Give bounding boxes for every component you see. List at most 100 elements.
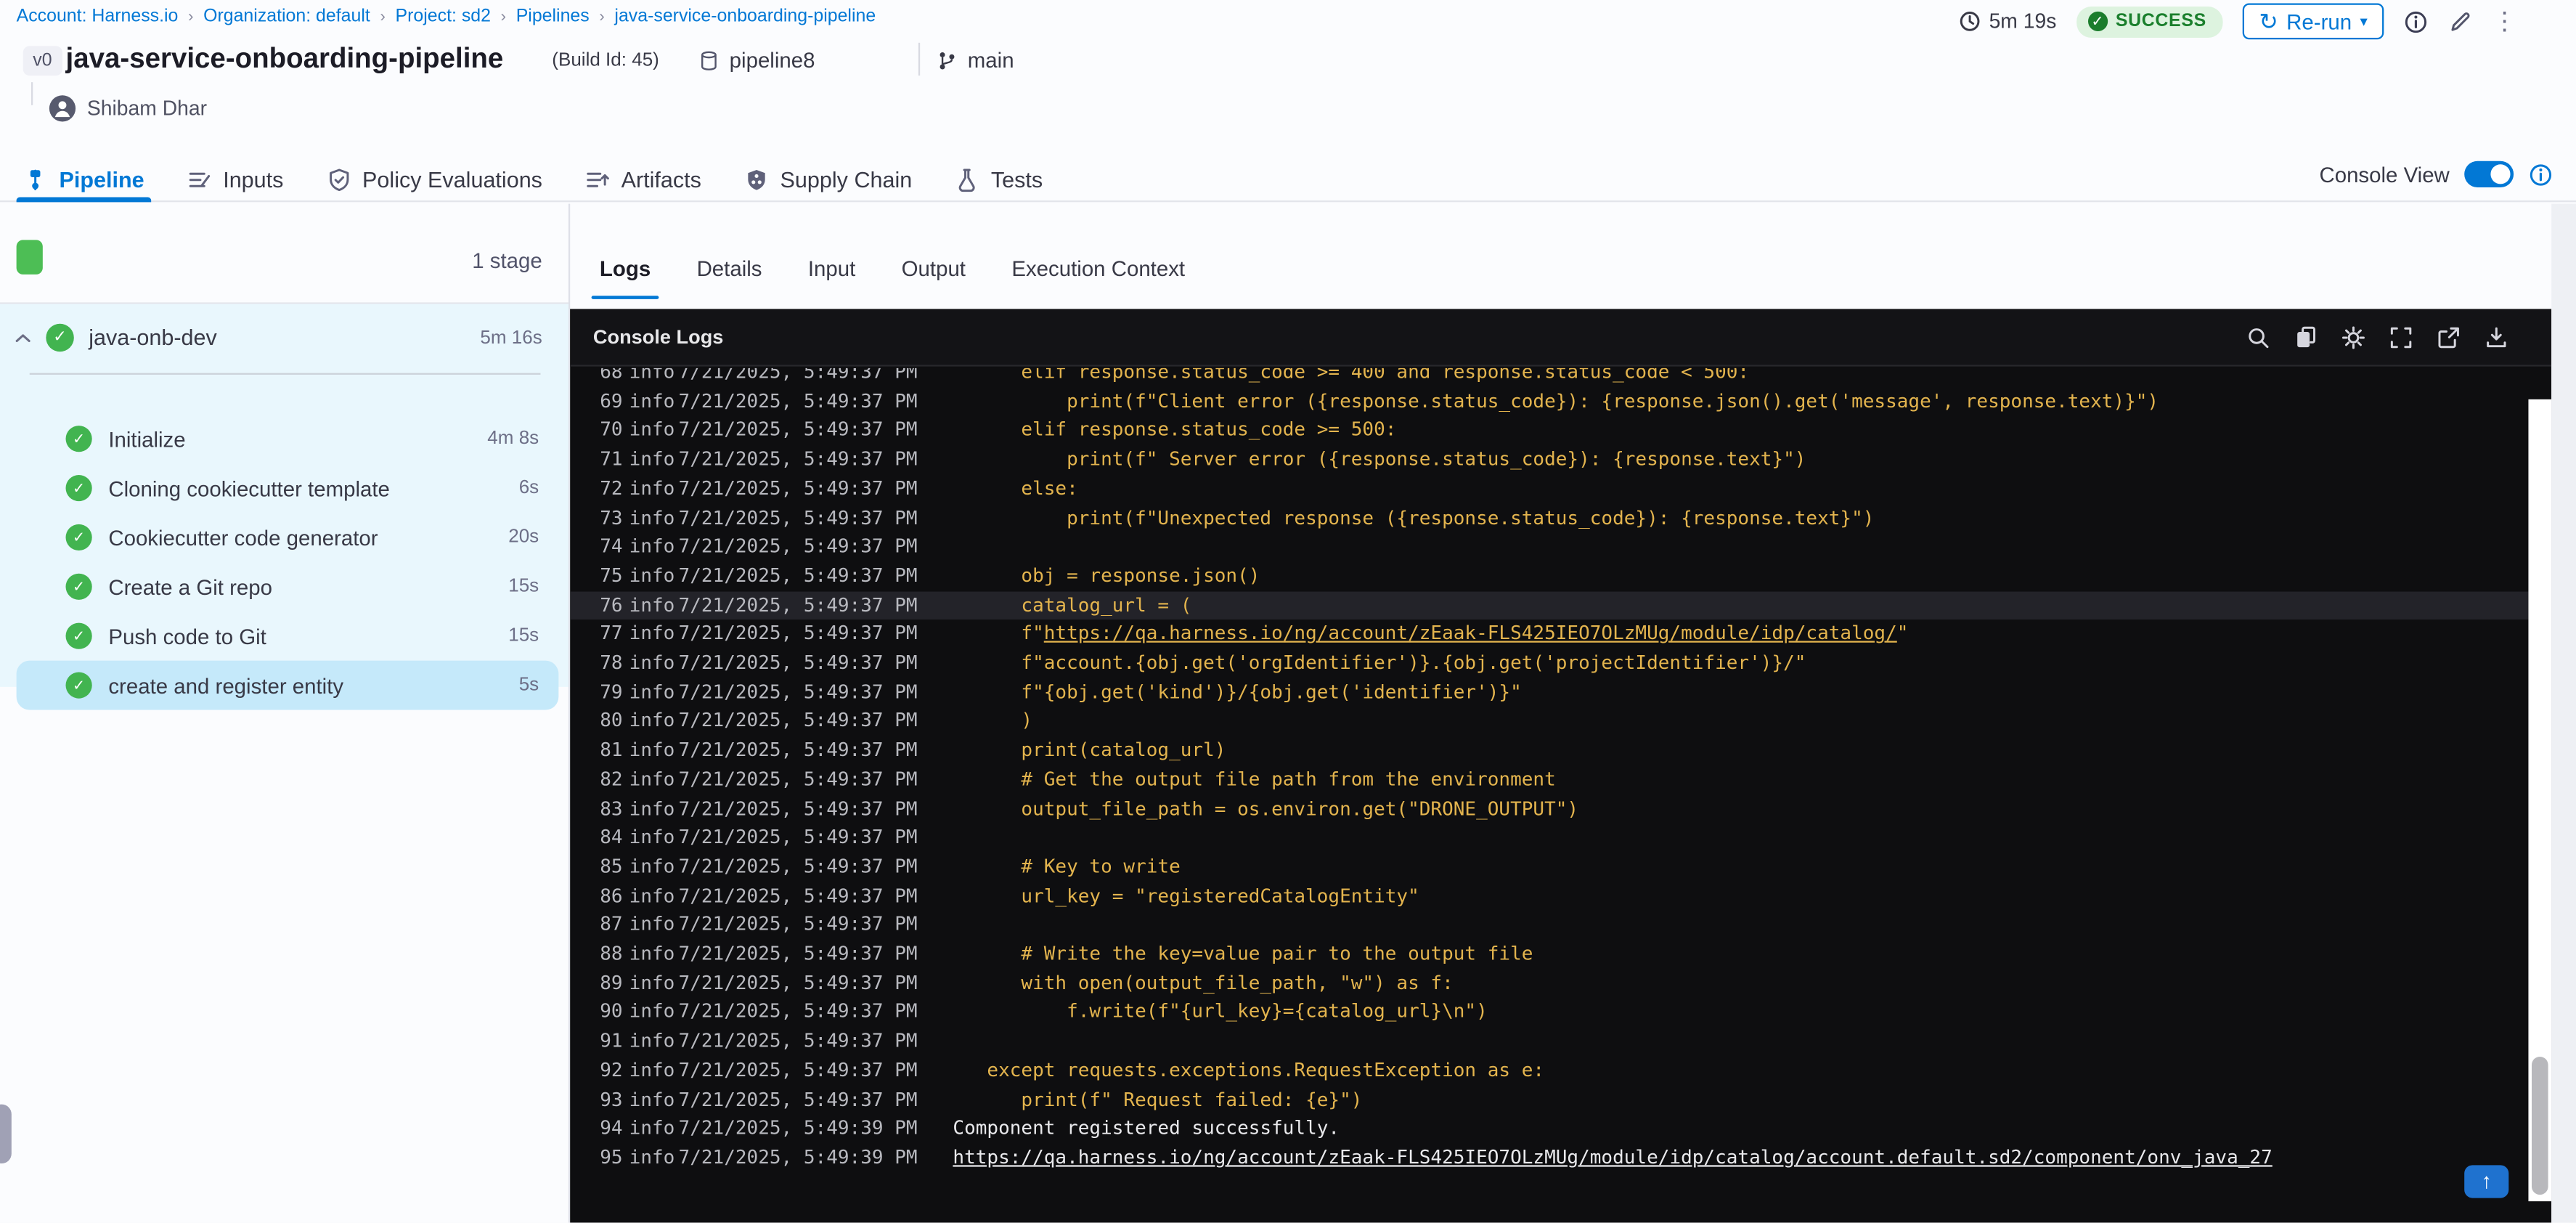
log-link[interactable]: https://qa.harness.io/ng/account/zEaak-F…	[953, 1145, 2272, 1169]
log-timestamp: 7/21/2025, 5:49:37 PM	[678, 651, 918, 674]
main-tab-bar: Pipeline Inputs Policy Evaluations Artifact…	[0, 157, 2576, 203]
breadcrumb-link[interactable]: Project: sd2	[396, 7, 491, 26]
log-level: info	[629, 1145, 675, 1169]
log-line: 79 info 7/21/2025, 5:49:37 PM f"{obj.get('…	[570, 678, 2528, 707]
log-timestamp: 7/21/2025, 5:49:37 PM	[678, 1028, 918, 1052]
tab-artifacts[interactable]: Artifacts	[585, 157, 701, 201]
console-view-info-icon[interactable]	[2528, 162, 2553, 187]
copy-icon[interactable]	[2294, 325, 2318, 349]
version-badge: v0	[23, 46, 62, 76]
step-row-push-code-to-git[interactable]: ✓ Push code to Git 15s	[17, 612, 559, 661]
tab-inputs[interactable]: Inputs	[187, 157, 283, 201]
step-row-initialize[interactable]: ✓ Initialize 4m 8s	[17, 414, 559, 463]
log-level: info	[629, 1057, 675, 1081]
pipeline-ref-chip[interactable]: pipeline8	[698, 48, 815, 73]
breadcrumb-link[interactable]: Organization: default	[203, 7, 370, 26]
log-line: 70 info 7/21/2025, 5:49:37 PM elif respons…	[570, 416, 2528, 445]
stage-row-java-onb-dev[interactable]: ✓ java-onb-dev 5m 16s	[0, 304, 568, 372]
tab-label: Policy Evaluations	[362, 166, 542, 192]
log-level: info	[629, 709, 675, 732]
log-scroll-area[interactable]: 68 info 7/21/2025, 5:49:37 PM elif respons…	[570, 367, 2529, 1223]
download-icon[interactable]	[2484, 325, 2508, 349]
branch-chip[interactable]: main	[937, 48, 1014, 73]
log-level: info	[629, 970, 675, 994]
log-line-number: 70	[600, 418, 623, 442]
log-level: info	[629, 651, 675, 674]
log-timestamp: 7/21/2025, 5:49:37 PM	[678, 854, 918, 878]
breadcrumb-link[interactable]: java-service-onboarding-pipeline	[614, 7, 876, 26]
tab-policy-evaluations[interactable]: Policy Evaluations	[326, 157, 542, 201]
execution-header-actions: 5m 19s ✓ SUCCESS ↻ Re-run ▾ ⋮	[1958, 0, 2517, 43]
log-level: info	[629, 367, 675, 383]
step-row-create-a-git-repo[interactable]: ✓ Create a Git repo 15s	[17, 562, 559, 612]
log-timestamp: 7/21/2025, 5:49:37 PM	[678, 680, 918, 703]
log-line-number: 92	[600, 1057, 623, 1081]
breadcrumb-link[interactable]: Pipelines	[516, 7, 590, 26]
step-row-create-and-register-entity[interactable]: ✓ create and register entity 5s	[16, 660, 559, 710]
open-in-new-icon[interactable]	[2437, 325, 2461, 349]
log-timestamp: 7/21/2025, 5:49:37 PM	[678, 738, 918, 761]
log-line-number: 84	[600, 825, 623, 849]
tab-label: Inputs	[223, 166, 284, 192]
log-level: info	[629, 418, 675, 442]
chevron-up-icon[interactable]	[13, 328, 33, 347]
settings-icon[interactable]	[2341, 325, 2365, 349]
log-tab-output[interactable]: Output	[902, 238, 966, 299]
console-view-toggle[interactable]	[2464, 161, 2514, 187]
tests-icon	[955, 167, 979, 192]
log-timestamp: 7/21/2025, 5:49:37 PM	[678, 1057, 918, 1081]
breadcrumb-link[interactable]: Account: Harness.io	[17, 7, 179, 26]
step-row-cloning-cookiecutter-template[interactable]: ✓ Cloning cookiecutter template 6s	[17, 463, 559, 513]
step-name-label: Cookiecutter code generator	[108, 524, 378, 550]
breadcrumb-separator: ›	[500, 7, 507, 26]
tab-supply-chain[interactable]: Supply Chain	[744, 157, 912, 201]
log-text: f.write(f"{url_key}={catalog_url}\n")	[953, 999, 1488, 1023]
stage-status-square[interactable]	[16, 240, 43, 275]
edit-pencil-icon[interactable]	[2448, 9, 2473, 33]
divider	[30, 82, 33, 105]
policy-icon	[326, 167, 351, 192]
success-check-icon: ✓	[65, 474, 92, 502]
log-line: 95 info 7/21/2025, 5:49:39 PM https://qa.ha…	[570, 1144, 2528, 1173]
console-logs-header: Console Logs	[570, 309, 2552, 367]
log-line-number: 75	[600, 563, 623, 587]
log-link[interactable]: https://qa.harness.io/ng/account/zEaak-F…	[1044, 622, 1897, 645]
log-line: 69 info 7/21/2025, 5:49:37 PM print(f"Clie…	[570, 387, 2528, 416]
console-scrollbar[interactable]	[2528, 399, 2552, 1202]
rerun-button[interactable]: ↻ Re-run ▾	[2242, 3, 2384, 40]
log-tab-input[interactable]: Input	[808, 238, 855, 299]
console-view-control: Console View	[2319, 161, 2553, 187]
tab-tests[interactable]: Tests	[955, 157, 1043, 201]
scroll-to-bottom-button[interactable]: ↑	[2464, 1165, 2509, 1198]
log-timestamp: 7/21/2025, 5:49:37 PM	[678, 825, 918, 849]
log-timestamp: 7/21/2025, 5:49:37 PM	[678, 912, 918, 936]
log-line-number: 95	[600, 1145, 623, 1169]
log-text: elif response.status_code >= 500:	[953, 418, 1397, 442]
log-text: # Write the key=value pair to the output…	[953, 941, 1533, 965]
more-options-icon[interactable]: ⋮	[2493, 7, 2517, 36]
log-line: 74 info 7/21/2025, 5:49:37 PM	[570, 533, 2528, 562]
page-title: java-service-onboarding-pipeline	[65, 42, 504, 74]
success-check-icon: ✓	[46, 323, 74, 352]
scrollbar-thumb[interactable]	[2531, 1056, 2548, 1195]
step-name-label: Cloning cookiecutter template	[108, 476, 390, 501]
log-timestamp: 7/21/2025, 5:49:39 PM	[678, 1145, 918, 1169]
sidebar-drag-handle[interactable]	[0, 1104, 12, 1164]
status-label: SUCCESS	[2115, 11, 2206, 31]
log-line: 73 info 7/21/2025, 5:49:37 PM print(f"Unex…	[570, 504, 2528, 533]
git-branch-icon	[937, 49, 958, 72]
log-tab-details[interactable]: Details	[697, 238, 762, 299]
log-line-number: 93	[600, 1086, 623, 1110]
log-tab-execution-context[interactable]: Execution Context	[1011, 238, 1185, 299]
step-row-cookiecutter-code-generator[interactable]: ✓ Cookiecutter code generator 20s	[17, 513, 559, 562]
log-line-number: 72	[600, 476, 623, 500]
info-icon[interactable]	[2403, 9, 2428, 33]
log-text: print(f"Unexpected response ({response.s…	[953, 505, 1875, 529]
log-tab-logs[interactable]: Logs	[591, 238, 659, 299]
log-line-number: 76	[600, 592, 623, 616]
fullscreen-icon[interactable]	[2389, 325, 2413, 349]
log-line-number: 71	[600, 447, 623, 471]
supply-chain-icon	[744, 167, 769, 192]
search-icon[interactable]	[2246, 325, 2270, 349]
tab-pipeline[interactable]: Pipeline	[16, 157, 151, 202]
